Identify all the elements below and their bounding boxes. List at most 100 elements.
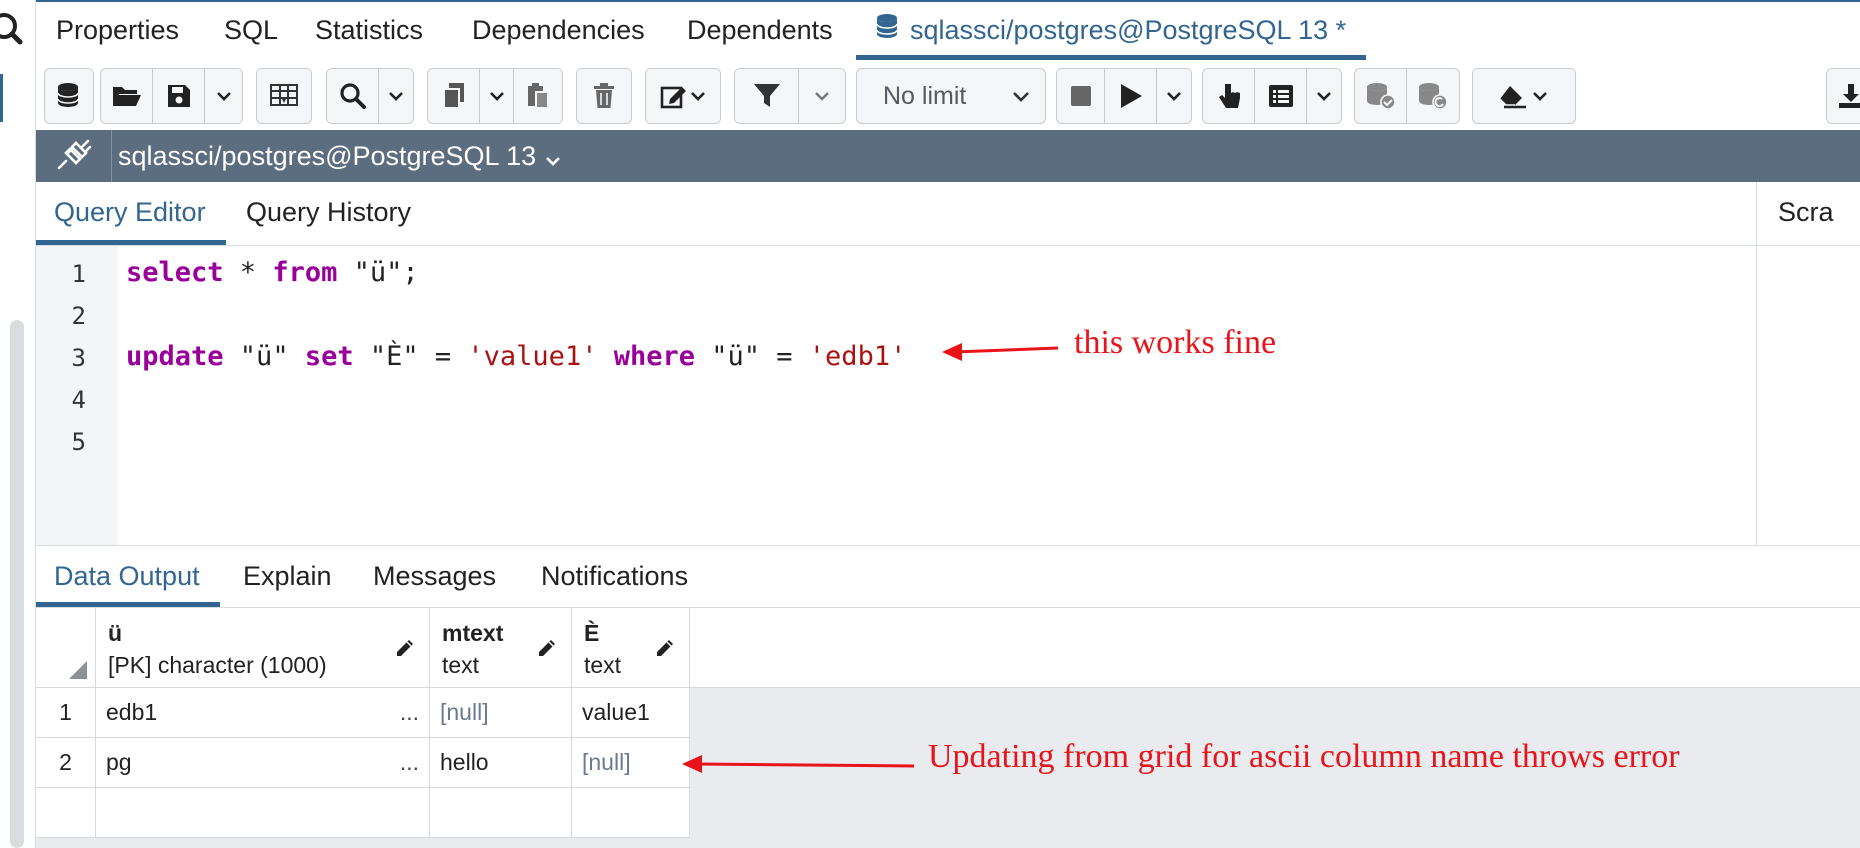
explain-analyze-button[interactable] [1255, 69, 1307, 123]
paste-button[interactable] [514, 69, 562, 123]
cell-value: [null] [582, 749, 631, 775]
find-button[interactable] [327, 69, 379, 123]
delete-button[interactable] [577, 69, 631, 123]
code-line-select[interactable]: select * from "ü"; [126, 257, 419, 288]
filter-button[interactable] [735, 69, 799, 123]
tab-notifications[interactable]: Notifications [541, 546, 688, 607]
download-button[interactable] [1827, 69, 1860, 123]
open-file-button[interactable] [101, 69, 153, 123]
pencil-icon [535, 636, 559, 666]
save-options-dropdown[interactable] [205, 69, 242, 123]
rollback-button[interactable] [1407, 69, 1459, 123]
chevron-down-icon [544, 132, 562, 184]
tab-dependents[interactable]: Dependents [687, 2, 833, 60]
cell-expand[interactable]: ... [400, 688, 419, 736]
find-options-dropdown[interactable] [379, 69, 413, 123]
tab-label: Dependencies [472, 15, 645, 45]
table-cell[interactable]: value1 [572, 688, 690, 738]
browser-selection-indicator [0, 74, 3, 122]
new-row-cell[interactable] [96, 788, 430, 838]
explain-button[interactable] [1203, 69, 1255, 123]
row-number[interactable]: 1 [36, 688, 96, 738]
tab-query-history[interactable]: Query History [246, 182, 411, 245]
connection-label: sqlassci/postgres@PostgreSQL 13 [118, 141, 537, 171]
chevron-down-icon [489, 91, 505, 101]
column-header[interactable]: ü [PK] character (1000) [96, 608, 430, 688]
cell-expand[interactable]: ... [400, 738, 419, 786]
chevron-down-icon [1011, 85, 1031, 116]
commit-button[interactable] [1355, 69, 1407, 123]
tab-query-editor[interactable]: Query Editor [36, 182, 226, 245]
tab-dependencies[interactable]: Dependencies [472, 2, 645, 60]
tab-data-output[interactable]: Data Output [36, 546, 220, 607]
row-limit-select[interactable]: No limit [856, 68, 1046, 124]
table-cell[interactable]: edb1 ... [96, 688, 430, 738]
cancel-query-button[interactable] [1057, 69, 1105, 123]
toolbar-group-download [1826, 68, 1860, 124]
database-icon [876, 4, 900, 60]
header-filler [690, 608, 1860, 688]
connection-status-button[interactable] [36, 130, 112, 182]
execute-button[interactable] [1105, 69, 1157, 123]
folder-open-icon [112, 84, 142, 108]
tab-query-tool[interactable]: sqlassci/postgres@PostgreSQL 13 * [856, 2, 1367, 60]
execute-options-dropdown[interactable] [1157, 69, 1191, 123]
sql-string: 'edb1' [808, 341, 907, 372]
cell-value: pg [106, 749, 132, 775]
tab-label: Messages [373, 561, 497, 591]
sql-identifier: "ü"; [337, 257, 419, 288]
line-number: 2 [71, 302, 86, 330]
toolbar-group-find [326, 68, 414, 124]
play-icon [1119, 83, 1143, 109]
table-cell[interactable]: [null] [572, 738, 690, 788]
select-all-corner[interactable] [36, 608, 96, 688]
new-row-cell[interactable] [572, 788, 690, 838]
chevron-down-icon [1166, 91, 1182, 101]
edit-data-button[interactable] [257, 69, 311, 123]
copy-icon [442, 82, 466, 110]
stop-icon [1070, 85, 1092, 107]
tab-explain[interactable]: Explain [243, 546, 332, 607]
pencil-icon [393, 636, 417, 666]
tab-properties[interactable]: Properties [56, 2, 179, 60]
search-icon[interactable] [0, 8, 24, 48]
pencil-icon [653, 636, 677, 666]
copy-button[interactable] [428, 69, 480, 123]
connection-bar: sqlassci/postgres@PostgreSQL 13 [36, 130, 1860, 182]
left-strip [0, 0, 36, 848]
column-header[interactable]: È text [572, 608, 690, 688]
cell-value: [null] [440, 699, 489, 725]
explain-options-dropdown[interactable] [1307, 69, 1341, 123]
table-cell[interactable]: [null] [430, 688, 572, 738]
table-edit-icon [269, 83, 299, 109]
toolbar-group-filter [734, 68, 846, 124]
save-file-button[interactable] [153, 69, 205, 123]
row-number[interactable]: 2 [36, 738, 96, 788]
table-cell[interactable]: hello [430, 738, 572, 788]
copy-options-dropdown[interactable] [480, 69, 514, 123]
scratch-pad-divider[interactable] [1756, 182, 1757, 546]
column-name: mtext [442, 620, 504, 646]
edit-options-button[interactable] [646, 69, 720, 123]
table-cell[interactable]: pg ... [96, 738, 430, 788]
toolbar-group-execute [1056, 68, 1192, 124]
database-connect-button[interactable] [45, 69, 93, 123]
tab-statistics[interactable]: Statistics [315, 2, 423, 60]
editor-tabs: Query Editor Query History [36, 182, 1860, 246]
column-type: text [584, 652, 622, 678]
filter-options-dropdown[interactable] [799, 69, 845, 123]
chevron-down-icon [814, 91, 830, 101]
toolbar-group-edit-grid [256, 68, 312, 124]
tab-sql[interactable]: SQL [224, 2, 278, 60]
code-line-update[interactable]: update "ü" set "È" = 'value1' where "ü" … [126, 341, 906, 372]
toolbar-group-transaction [1354, 68, 1460, 124]
new-row-cell[interactable] [430, 788, 572, 838]
tab-messages[interactable]: Messages [373, 546, 496, 607]
scrollbar[interactable] [10, 320, 24, 848]
new-row-number[interactable] [36, 788, 96, 838]
column-header[interactable]: mtext text [430, 608, 572, 688]
connection-selector[interactable]: sqlassci/postgres@PostgreSQL 13 [118, 130, 562, 182]
clear-button[interactable] [1473, 69, 1575, 123]
toolbar-group-connection [44, 68, 94, 124]
list-icon [1268, 84, 1294, 108]
